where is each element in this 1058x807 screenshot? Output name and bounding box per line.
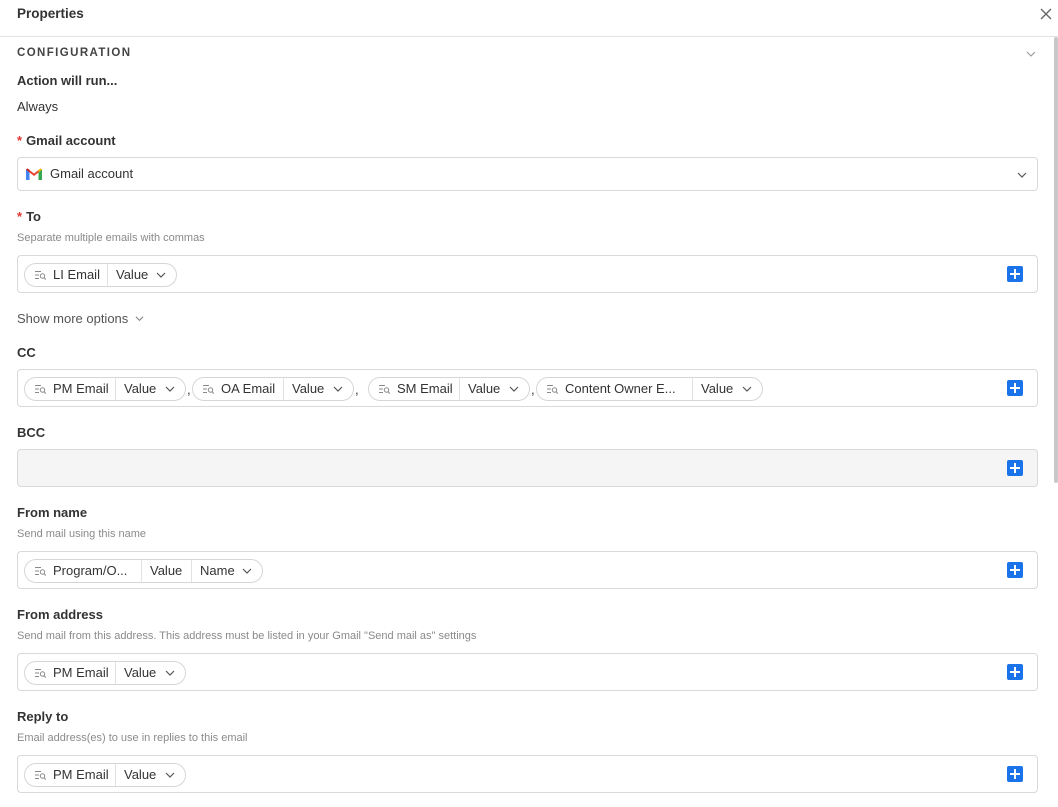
- pill-value: Value: [150, 563, 183, 578]
- gmail-account-value: Gmail account: [50, 166, 134, 181]
- scrollbar[interactable]: [1054, 37, 1058, 483]
- cc-label: CC: [17, 345, 36, 360]
- pill-name: PM Email: [53, 381, 109, 396]
- field-ref-icon: [35, 385, 46, 394]
- from-address-field[interactable]: PM Email Value: [17, 653, 1038, 691]
- chevron-down-icon: [156, 272, 166, 278]
- field-ref-icon: [547, 385, 558, 394]
- required-marker: *: [17, 209, 23, 224]
- chevron-down-icon: [742, 386, 752, 392]
- from-name-label: From name: [17, 505, 88, 520]
- chevron-down-icon: [165, 670, 175, 676]
- pill-name: PM Email: [53, 767, 109, 782]
- pill-value: Value: [116, 267, 149, 282]
- field-ref-icon: [35, 669, 46, 678]
- reply-to-label: Reply to: [17, 709, 69, 724]
- field-ref-icon: [35, 771, 46, 780]
- chevron-down-icon: [135, 316, 144, 322]
- add-reply-to-button[interactable]: [1007, 766, 1023, 782]
- cc-pill-pm-email[interactable]: PM Email Value: [24, 377, 186, 401]
- from-name-field[interactable]: Program/O... Value Name: [17, 551, 1038, 589]
- pill-value: Value: [124, 665, 157, 680]
- pill-value: Value: [124, 767, 157, 782]
- chevron-down-icon: [165, 386, 175, 392]
- pill-name: SM Email: [397, 381, 453, 396]
- run-condition-value: Always: [17, 99, 59, 114]
- cc-pill-content-owner-email[interactable]: Content Owner E... Value: [536, 377, 763, 401]
- chevron-down-icon: [165, 772, 175, 778]
- from-name-pill[interactable]: Program/O... Value Name: [24, 559, 263, 583]
- reply-to-help: Email address(es) to use in replies to t…: [17, 732, 248, 744]
- from-address-label: From address: [17, 607, 103, 622]
- reply-to-pill[interactable]: PM Email Value: [24, 763, 186, 787]
- collapse-section-icon[interactable]: [1025, 48, 1037, 60]
- from-name-help: Send mail using this name: [17, 528, 147, 540]
- pill-name: OA Email: [221, 381, 276, 396]
- chevron-down-icon: [242, 568, 252, 574]
- add-cc-button[interactable]: [1007, 380, 1023, 396]
- field-ref-icon: [203, 385, 214, 394]
- pill-subfield: Name: [200, 563, 235, 578]
- pill-value: Value: [124, 381, 157, 396]
- from-address-help: Send mail from this address. This addres…: [17, 630, 477, 642]
- to-pill-li-email[interactable]: LI Email Value: [24, 263, 177, 287]
- pill-name: PM Email: [53, 665, 109, 680]
- field-ref-icon: [379, 385, 390, 394]
- field-ref-icon: [35, 567, 46, 576]
- bcc-label: BCC: [17, 425, 46, 440]
- bcc-field[interactable]: [17, 449, 1038, 487]
- pill-value: Value: [468, 381, 501, 396]
- to-field[interactable]: LI Email Value: [17, 255, 1038, 293]
- gmail-account-select[interactable]: Gmail account: [17, 157, 1038, 191]
- section-title: CONFIGURATION: [17, 47, 132, 59]
- pill-value: Value: [701, 381, 734, 396]
- field-ref-icon: [35, 271, 46, 280]
- cc-separator: ,: [355, 382, 359, 397]
- gmail-icon: [26, 168, 42, 180]
- chevron-down-icon: [333, 386, 343, 392]
- pill-name: LI Email: [53, 267, 100, 282]
- show-more-options-link[interactable]: Show more options: [17, 311, 144, 326]
- chevron-down-icon: [1017, 172, 1027, 178]
- add-from-address-button[interactable]: [1007, 664, 1023, 680]
- to-help: Separate multiple emails with commas: [17, 232, 205, 244]
- required-marker: *: [17, 133, 23, 148]
- cc-field[interactable]: PM Email Value , OA Email Value , SM Ema…: [17, 369, 1038, 407]
- run-condition-label: Action will run...: [17, 73, 118, 88]
- close-icon[interactable]: [1038, 6, 1054, 22]
- add-from-name-button[interactable]: [1007, 562, 1023, 578]
- panel-title: Properties: [17, 6, 84, 21]
- cc-pill-sm-email[interactable]: SM Email Value: [368, 377, 530, 401]
- gmail-account-label: * Gmail account: [17, 133, 116, 148]
- pill-name: Content Owner E...: [565, 381, 676, 396]
- cc-pill-oa-email[interactable]: OA Email Value: [192, 377, 354, 401]
- pill-name: Program/O...: [53, 563, 128, 578]
- to-label: * To: [17, 209, 41, 224]
- chevron-down-icon: [509, 386, 519, 392]
- add-bcc-button[interactable]: [1007, 460, 1023, 476]
- reply-to-field[interactable]: PM Email Value: [17, 755, 1038, 793]
- pill-value: Value: [292, 381, 325, 396]
- cc-separator: ,: [187, 382, 191, 397]
- panel-header: Properties: [0, 0, 1058, 37]
- cc-separator: ,: [531, 382, 535, 397]
- from-address-pill[interactable]: PM Email Value: [24, 661, 186, 685]
- add-to-button[interactable]: [1007, 266, 1023, 282]
